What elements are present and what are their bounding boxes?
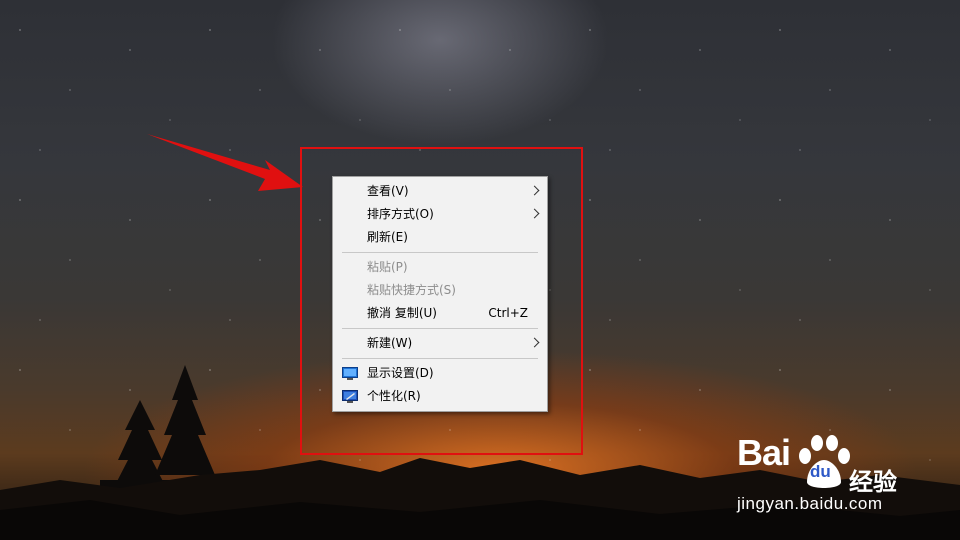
menu-item-paste: 粘贴(P) — [333, 256, 547, 279]
display-settings-icon — [342, 367, 358, 380]
baidu-jingyan-watermark: Bai du 经验 jingyan.baidu.com — [737, 432, 947, 527]
menu-item-display-settings[interactable]: 显示设置(D) — [333, 362, 547, 385]
personalize-icon — [342, 390, 358, 403]
menu-item-label: 个性化(R) — [367, 389, 421, 403]
menu-item-undo-copy[interactable]: 撤消 复制(U) Ctrl+Z — [333, 302, 547, 325]
desktop-context-menu: 查看(V) 排序方式(O) 刷新(E) 粘贴(P) 粘贴快捷方式(S) 撤消 复… — [332, 176, 548, 412]
menu-separator — [342, 328, 538, 329]
red-pointer-arrow — [147, 134, 303, 191]
menu-separator — [342, 252, 538, 253]
watermark-suffix: 经验 — [849, 468, 897, 496]
menu-separator — [342, 358, 538, 359]
menu-item-label: 撤消 复制(U) — [367, 306, 437, 320]
watermark-url: jingyan.baidu.com — [737, 494, 883, 513]
menu-item-refresh[interactable]: 刷新(E) — [333, 226, 547, 249]
watermark-brand: Bai — [737, 432, 791, 473]
menu-item-paste-shortcut: 粘贴快捷方式(S) — [333, 279, 547, 302]
menu-item-label: 排序方式(O) — [367, 207, 434, 221]
chevron-right-icon — [529, 185, 540, 196]
menu-item-label: 粘贴快捷方式(S) — [367, 283, 456, 297]
menu-item-sort-by[interactable]: 排序方式(O) — [333, 203, 547, 226]
chevron-right-icon — [529, 208, 540, 219]
chevron-right-icon — [529, 337, 540, 348]
menu-item-label: 粘贴(P) — [367, 260, 408, 274]
menu-item-shortcut: Ctrl+Z — [488, 306, 528, 320]
watermark-du: du — [810, 462, 831, 481]
menu-item-label: 新建(W) — [367, 336, 413, 350]
menu-item-label: 显示设置(D) — [367, 366, 434, 380]
menu-item-view[interactable]: 查看(V) — [333, 180, 547, 203]
menu-item-new[interactable]: 新建(W) — [333, 332, 547, 355]
menu-item-label: 查看(V) — [367, 184, 409, 198]
menu-item-label: 刷新(E) — [367, 230, 408, 244]
menu-item-personalize[interactable]: 个性化(R) — [333, 385, 547, 408]
